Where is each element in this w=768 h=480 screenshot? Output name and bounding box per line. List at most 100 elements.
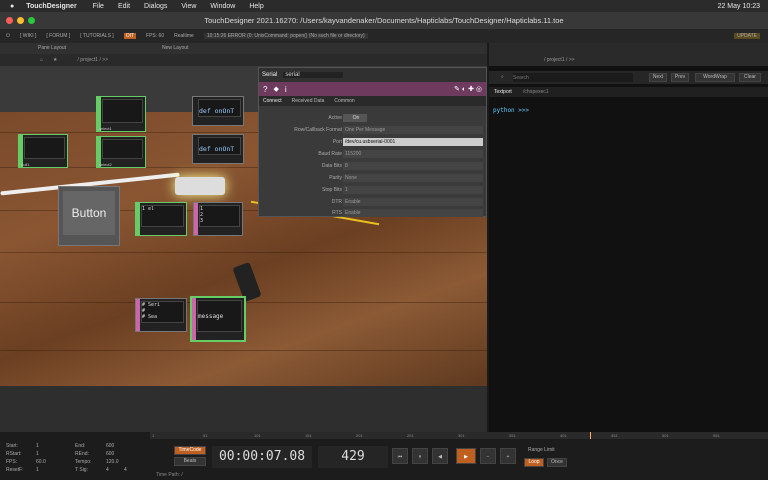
realtime-toggle[interactable]: Realtime bbox=[174, 33, 194, 39]
step-plus-icon[interactable]: + bbox=[500, 448, 516, 464]
star-icon[interactable]: ★ bbox=[53, 57, 57, 63]
info-icon[interactable]: i bbox=[285, 85, 287, 94]
error-message: 10:15:26 ERROR (0: UnixCommand: popen() … bbox=[203, 33, 368, 39]
rend-value[interactable]: 600 bbox=[106, 451, 114, 457]
rewind-icon[interactable]: ⏮ bbox=[392, 448, 408, 464]
forum-link[interactable]: [ FORUM ] bbox=[46, 33, 70, 39]
wordwrap-toggle[interactable]: WordWrap bbox=[695, 73, 735, 82]
playhead[interactable] bbox=[590, 432, 591, 439]
menu-edit[interactable]: Edit bbox=[118, 3, 130, 10]
dat-node[interactable]: # Seri # # Sea bbox=[135, 298, 187, 332]
select-node-2[interactable]: select2 bbox=[96, 136, 146, 168]
active-toggle[interactable]: On bbox=[343, 114, 367, 122]
parity-select[interactable]: None bbox=[343, 174, 483, 182]
param-label: Active bbox=[328, 115, 342, 121]
zoom-window-icon[interactable] bbox=[28, 17, 35, 24]
clear-button[interactable]: Clear bbox=[739, 73, 761, 82]
textport-path[interactable]: / project1 / >> bbox=[544, 57, 575, 63]
network-path[interactable]: / project1 / >> bbox=[78, 57, 109, 63]
table-node[interactable]: 1 2 3 bbox=[193, 202, 243, 236]
code-preview-1: def onOnT bbox=[199, 107, 235, 115]
power-icon[interactable]: ⏻ bbox=[6, 33, 10, 39]
next-button[interactable]: Next bbox=[649, 73, 667, 82]
once-toggle[interactable]: Once bbox=[547, 458, 567, 467]
tab-received-data[interactable]: Received Data bbox=[292, 98, 325, 104]
mac-menubar: ● TouchDesigner File Edit Dialogs View W… bbox=[0, 0, 768, 12]
tsig-value-2[interactable]: 4 bbox=[124, 467, 127, 473]
oit-badge[interactable]: OIT bbox=[123, 33, 137, 39]
timeline-tick: 251 bbox=[407, 433, 414, 438]
parameter-dialog[interactable]: Serial serial ? ◆ i ✎ ◐ ✚ ◎ Connect Rece… bbox=[258, 67, 487, 217]
param-label: Baud Rate bbox=[318, 151, 342, 157]
menu-window[interactable]: Window bbox=[210, 3, 235, 10]
menu-help[interactable]: Help bbox=[249, 3, 263, 10]
serial-node[interactable]: message bbox=[190, 296, 246, 342]
end-label: End: bbox=[75, 443, 86, 449]
button-preview[interactable]: Button bbox=[63, 191, 115, 235]
beats-toggle[interactable]: Beats bbox=[174, 457, 206, 466]
format-select[interactable]: One Per Message bbox=[343, 126, 483, 134]
baud-field[interactable]: 115200 bbox=[343, 150, 483, 158]
table-node-text: 1 2 3 bbox=[199, 205, 240, 227]
loop-toggle[interactable]: Loop bbox=[524, 458, 544, 467]
button-comp[interactable]: Button bbox=[58, 186, 120, 246]
textport-pane[interactable] bbox=[489, 66, 768, 432]
param-row-port: Port/dev/cu.usbserial-0001 bbox=[259, 137, 488, 147]
dat-node-text: # Seri # # Sea bbox=[141, 301, 184, 323]
wiki-link[interactable]: [ WIKI ] bbox=[20, 33, 36, 39]
chop-node[interactable]: null1 bbox=[18, 134, 68, 168]
app-menu[interactable]: TouchDesigner bbox=[26, 3, 76, 10]
menu-view[interactable]: View bbox=[181, 3, 196, 10]
new-layout-button[interactable]: New Layout bbox=[162, 45, 188, 51]
frame-display[interactable]: 429 bbox=[318, 446, 388, 468]
timeline-tick: 351 bbox=[509, 433, 516, 438]
select-node-1[interactable]: select1 bbox=[96, 96, 146, 132]
end-value[interactable]: 600 bbox=[106, 443, 114, 449]
network-navbar: ⌂ ★ / project1 / >> bbox=[0, 54, 487, 66]
param-label: Stop Bits bbox=[321, 187, 342, 193]
tempo-value[interactable]: 120.0 bbox=[106, 459, 119, 465]
dtr-select[interactable]: Enable bbox=[343, 198, 483, 206]
databits-select[interactable]: 8 bbox=[343, 162, 483, 170]
port-field[interactable]: /dev/cu.usbserial-0001 bbox=[343, 138, 483, 146]
chopexec-node-2[interactable]: def onOnT bbox=[192, 134, 244, 164]
rend-label: REnd: bbox=[75, 451, 89, 457]
fps-value[interactable]: 60.0 bbox=[36, 459, 46, 465]
reset-value[interactable]: 1 bbox=[36, 467, 39, 473]
timecode-toggle[interactable]: TimeCode bbox=[174, 446, 206, 455]
start-value[interactable]: 1 bbox=[36, 443, 39, 449]
tab-connect[interactable]: Connect bbox=[263, 98, 282, 104]
param-row-databits: Data Bits 8 bbox=[259, 161, 488, 171]
param-toolbar: ? ◆ i ✎ ◐ ✚ ◎ bbox=[259, 82, 486, 96]
rstart-value[interactable]: 1 bbox=[36, 451, 39, 457]
param-tools-icons[interactable]: ✎ ◐ ✚ ◎ bbox=[454, 85, 482, 93]
pause-icon[interactable]: ⏸ bbox=[412, 448, 428, 464]
step-back-icon[interactable]: ◀ bbox=[432, 448, 448, 464]
apple-icon[interactable]: ● bbox=[10, 3, 14, 10]
tutorials-link[interactable]: [ TUTORIALS ] bbox=[80, 33, 113, 39]
tsig-value-1[interactable]: 4 bbox=[106, 467, 109, 473]
chopexec-node-1[interactable]: def onOnT bbox=[192, 96, 244, 126]
tab-textport[interactable]: Textport bbox=[494, 89, 512, 95]
tab-common[interactable]: Common bbox=[334, 98, 354, 104]
python-prompt[interactable]: python >>> bbox=[493, 107, 529, 114]
prev-button[interactable]: Prev bbox=[671, 73, 689, 82]
play-icon[interactable]: ▶ bbox=[456, 448, 476, 464]
home-icon[interactable]: ⌂ bbox=[40, 57, 43, 63]
step-minus-icon[interactable]: − bbox=[480, 448, 496, 464]
textport-search-input[interactable] bbox=[513, 73, 633, 82]
stopbits-select[interactable]: 1 bbox=[343, 186, 483, 194]
serial-node-text: message bbox=[197, 300, 242, 332]
menu-dialogs[interactable]: Dialogs bbox=[144, 3, 167, 10]
close-window-icon[interactable] bbox=[6, 17, 13, 24]
update-button[interactable]: UPDATE bbox=[734, 33, 760, 39]
rts-select[interactable]: Enable bbox=[343, 209, 483, 217]
menu-file[interactable]: File bbox=[93, 3, 104, 10]
menubar-clock: 22 May 10:23 bbox=[717, 2, 760, 10]
help-icon[interactable]: ? bbox=[263, 85, 267, 94]
tab-chopexec[interactable]: /chopexec1 bbox=[523, 89, 549, 95]
python-icon[interactable]: ◆ bbox=[273, 85, 278, 93]
op-name-field[interactable]: serial bbox=[283, 72, 344, 78]
minimize-window-icon[interactable] bbox=[17, 17, 24, 24]
logic-node[interactable]: 1 el bbox=[135, 202, 187, 236]
